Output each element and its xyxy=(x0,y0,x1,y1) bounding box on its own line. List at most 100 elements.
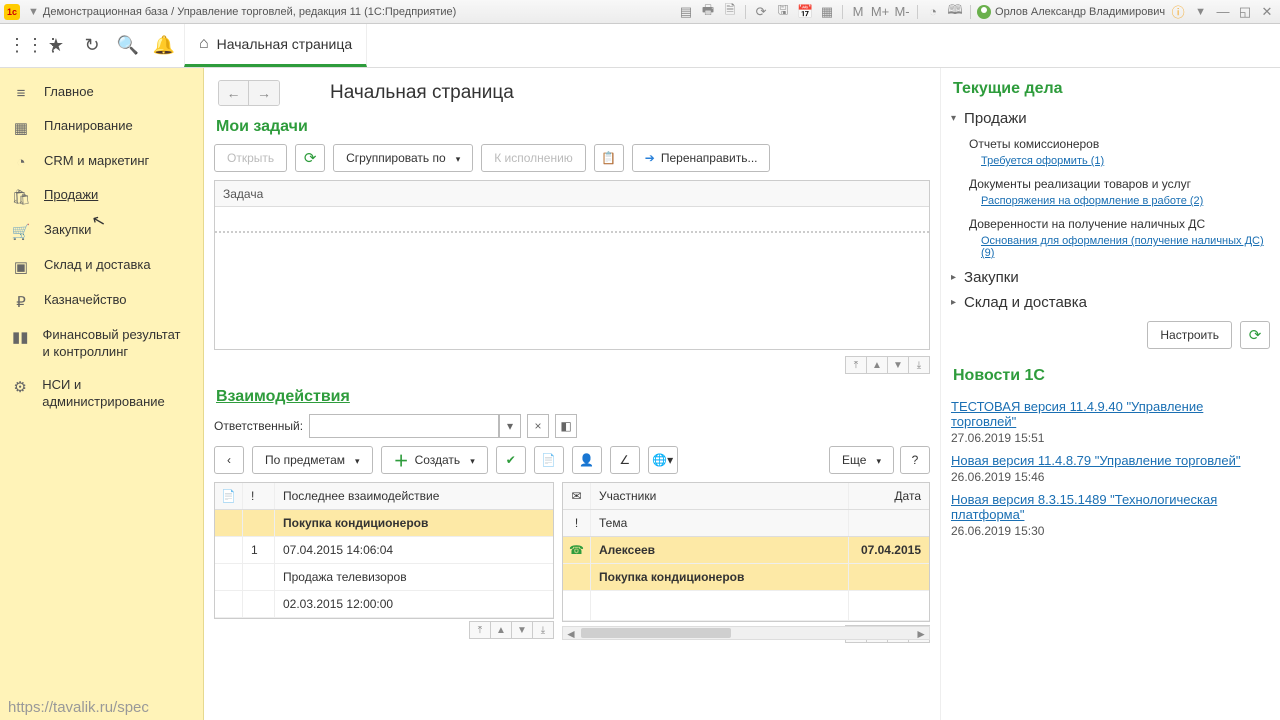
bag-icon: 🛍 xyxy=(12,188,30,206)
refresh-icon: ⟳ xyxy=(304,149,317,167)
nav-back-button[interactable]: ← xyxy=(219,81,249,105)
redirect-button[interactable]: ➔Перенаправить... xyxy=(632,144,771,172)
subject-row[interactable]: 107.04.2015 14:06:04 xyxy=(215,537,553,564)
bell-icon[interactable]: 🔔 xyxy=(152,35,176,56)
doc-icon[interactable]: 🗎 xyxy=(721,3,739,21)
info-dd-icon[interactable]: ▼ xyxy=(1195,6,1206,18)
save-icon[interactable]: 🖫 xyxy=(774,3,792,21)
cart-icon: 🛒 xyxy=(12,223,30,241)
menu-icon: ≡ xyxy=(12,85,30,102)
user-info[interactable]: Орлов Александр Владимирович xyxy=(977,5,1165,19)
section-news: Новости 1С xyxy=(953,367,1270,385)
sidebar-item-planning[interactable]: ▦Планирование xyxy=(0,110,203,145)
sidebar-item-crm[interactable]: ◔CRM и маркетинг xyxy=(0,145,203,179)
home-icon: ⌂ xyxy=(199,35,209,53)
section-interactions[interactable]: Взаимодействия xyxy=(216,388,930,406)
reload-icon[interactable]: ⟳ xyxy=(752,3,770,21)
affairs-link[interactable]: Требуется оформить (1) xyxy=(969,155,1270,173)
section-my-tasks: Мои задачи xyxy=(216,118,930,136)
close-icon[interactable]: ✕ xyxy=(1258,3,1276,21)
responsible-pick[interactable]: ◧ xyxy=(555,414,577,438)
tasks-paging: ⤒▲▼⤓ xyxy=(214,356,930,374)
help-button[interactable]: ? xyxy=(900,446,930,474)
search-icon[interactable]: 🔍 xyxy=(116,35,140,56)
nav-buttons: ← → xyxy=(218,80,280,106)
restore-icon[interactable]: ◱ xyxy=(1236,3,1254,21)
col-num: ! xyxy=(243,483,275,509)
favorite-icon[interactable]: ★ xyxy=(44,35,68,56)
news-date: 26.06.2019 15:30 xyxy=(951,524,1270,538)
sidebar: ≡Главное ▦Планирование ◔CRM и маркетинг … xyxy=(0,68,204,720)
open-button[interactable]: Открыть xyxy=(214,144,287,172)
news-link[interactable]: Новая версия 8.3.15.1489 "Технологическа… xyxy=(951,492,1270,522)
refresh-button[interactable]: ⟳ xyxy=(295,144,325,172)
title-bar: 1c ▼ Демонстрационная база / Управление … xyxy=(0,0,1280,24)
ruble-icon: ₽ xyxy=(12,293,30,311)
sidebar-item-treasury[interactable]: ₽Казначейство xyxy=(0,284,203,319)
export-button[interactable]: 📋 xyxy=(594,144,624,172)
sidebar-item-warehouse[interactable]: ▣Склад и доставка xyxy=(0,249,203,284)
news-date: 27.06.2019 15:51 xyxy=(951,431,1270,445)
sidebar-item-finance[interactable]: ▮▮Финансовый результат и контроллинг xyxy=(0,319,203,369)
sidebar-item-admin[interactable]: ⚙НСИ и администрирование xyxy=(0,369,203,419)
detail-row[interactable]: ☎Алексеев07.04.2015 xyxy=(563,537,929,564)
news-link[interactable]: ТЕСТОВАЯ версия 11.4.9.40 "Управление то… xyxy=(951,399,1270,429)
minimize-icon[interactable]: — xyxy=(1214,3,1232,21)
subject-row[interactable]: 02.03.2015 12:00:00 xyxy=(215,591,553,618)
responsible-input[interactable] xyxy=(309,414,499,438)
tasks-table[interactable]: Задача xyxy=(214,180,930,350)
affairs-group-purchase[interactable]: ▸Закупки xyxy=(951,265,1270,290)
history-icon[interactable]: ↻ xyxy=(80,35,104,56)
by-subject-button[interactable]: По предметам xyxy=(252,446,373,474)
export-icon: 📋 xyxy=(601,151,616,165)
m-icon[interactable]: M xyxy=(849,3,867,21)
globe-button[interactable]: 🌐▾ xyxy=(648,446,678,474)
prev-subj-button[interactable]: ‹ xyxy=(214,446,244,474)
mail-button[interactable]: ∠ xyxy=(610,446,640,474)
detail-row[interactable]: Покупка кондиционеров xyxy=(563,564,929,591)
responsible-dd[interactable]: ▾ xyxy=(499,414,521,438)
affairs-group-warehouse[interactable]: ▸Склад и доставка xyxy=(951,290,1270,315)
calendar-icon[interactable]: 📅 xyxy=(796,3,814,21)
nav-fwd-button[interactable]: → xyxy=(249,81,279,105)
apps-icon[interactable]: ⋮⋮⋮ xyxy=(8,35,32,56)
create-button[interactable]: ＋Создать xyxy=(381,446,488,474)
user-icon xyxy=(977,5,991,19)
gear-icon: ⚙ xyxy=(12,378,28,396)
affairs-link[interactable]: Распоряжения на оформление в работе (2) xyxy=(969,195,1270,213)
1c-logo-icon: 1c xyxy=(4,4,20,20)
book-icon[interactable]: 🕮 xyxy=(946,3,964,21)
grid-icon[interactable]: ▦ xyxy=(818,3,836,21)
more-button[interactable]: Еще xyxy=(829,446,894,474)
details-scroll[interactable]: ◄► xyxy=(562,626,930,640)
info-icon[interactable]: ⓘ xyxy=(1169,3,1187,21)
affairs-refresh-button[interactable]: ⟳ xyxy=(1240,321,1270,349)
col-icon: 📄 xyxy=(215,483,243,509)
subject-row[interactable]: Покупка кондиционеров xyxy=(215,510,553,537)
clock-icon[interactable]: ◔ xyxy=(924,3,942,21)
group-by-button[interactable]: Сгруппировать по xyxy=(333,144,473,172)
sidebar-item-main[interactable]: ≡Главное xyxy=(0,76,203,110)
person-button[interactable]: 👤 xyxy=(572,446,602,474)
configure-button[interactable]: Настроить xyxy=(1147,321,1232,349)
affairs-group-sales[interactable]: ▾Продажи xyxy=(951,106,1270,131)
tab-home[interactable]: ⌂ Начальная страница xyxy=(184,24,367,67)
chart-icon: ▮▮ xyxy=(12,328,29,346)
details-table[interactable]: ✉УчастникиДата !Тема ☎Алексеев07.04.2015… xyxy=(562,482,930,622)
to-execute-button[interactable]: К исполнению xyxy=(481,144,586,172)
section-current-affairs: Текущие дела xyxy=(953,80,1270,98)
tb-icon-1[interactable]: ▤ xyxy=(677,3,695,21)
print-icon[interactable]: 🖶 xyxy=(699,3,717,21)
subject-row[interactable]: Продажа телевизоров xyxy=(215,564,553,591)
m-plus-icon[interactable]: M+ xyxy=(871,3,889,21)
copy-button[interactable]: 📄 xyxy=(534,446,564,474)
app-menu-icon[interactable]: ▼ xyxy=(28,6,39,18)
responsible-label: Ответственный: xyxy=(214,419,303,433)
subjects-table[interactable]: 📄 ! Последнее взаимодействие Покупка кон… xyxy=(214,482,554,619)
responsible-clear[interactable]: × xyxy=(527,414,549,438)
m-minus-icon[interactable]: M- xyxy=(893,3,911,21)
check-button[interactable]: ✔ xyxy=(496,446,526,474)
affairs-link[interactable]: Основания для оформления (получение нали… xyxy=(969,235,1270,265)
news-link[interactable]: Новая версия 11.4.8.79 "Управление торго… xyxy=(951,453,1270,468)
col-task: Задача xyxy=(223,187,263,201)
